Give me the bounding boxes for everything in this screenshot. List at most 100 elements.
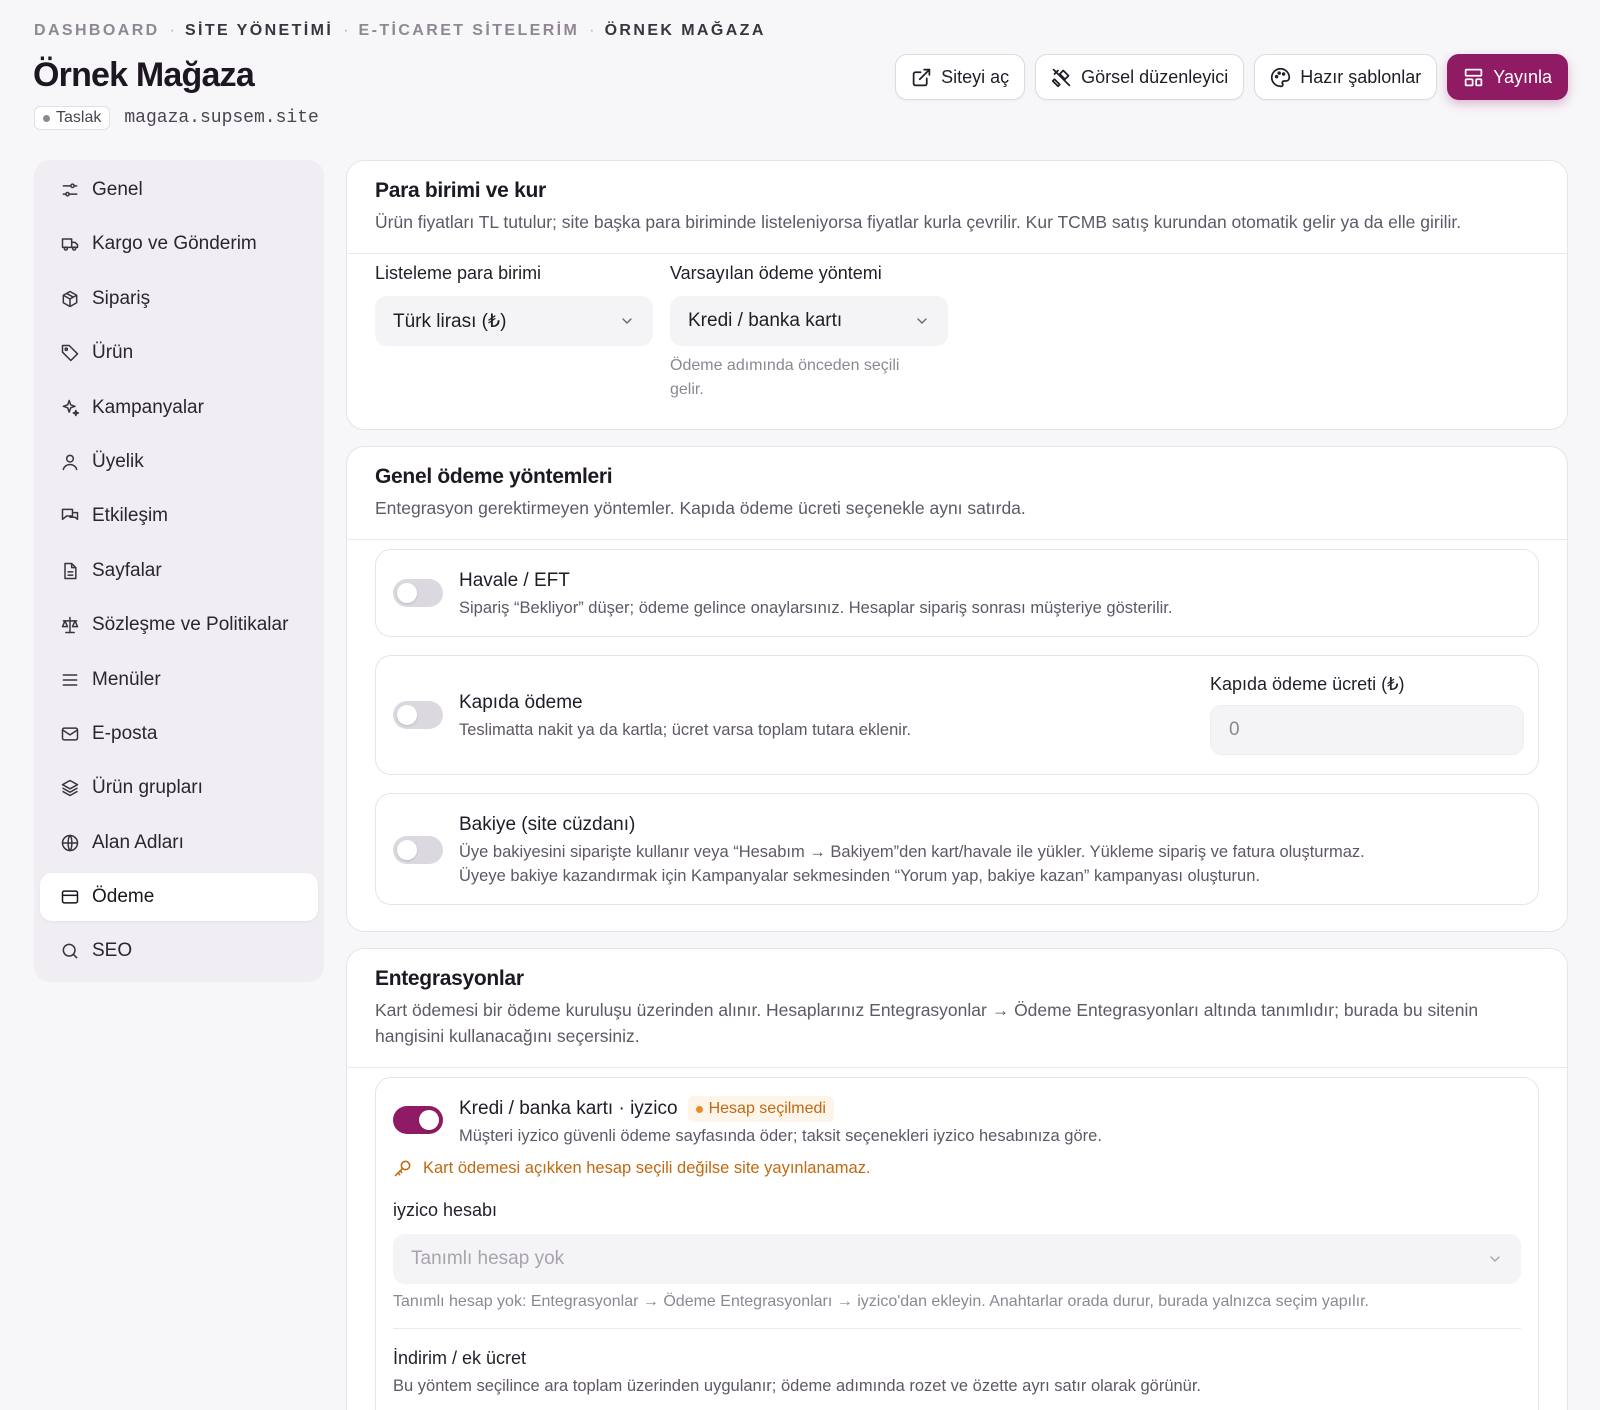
havale-title: Havale / EFT	[459, 570, 570, 591]
status-label: Taslak	[56, 109, 102, 126]
sparkles-icon	[62, 399, 80, 416]
breadcrumb-dashboard[interactable]: DASHBOARD	[34, 22, 160, 40]
iyzico-title-row: Kredi / banka kartı · iyzico Hesap seçil…	[459, 1096, 834, 1122]
scale-icon	[61, 616, 79, 634]
globe-icon	[61, 834, 79, 852]
default-method-select[interactable]: Kredi / banka kartı	[670, 296, 948, 346]
chevron-down-icon	[917, 318, 927, 324]
toggle-knob	[397, 583, 417, 603]
bakiye-desc-2: Üyeye bakiye kazandırmak için Kampanyala…	[459, 867, 1260, 885]
sidebar-item-label: Sayfalar	[92, 559, 162, 581]
sidebar-item-label: E-posta	[92, 722, 158, 744]
sidebar-item-label: Alan Adları	[92, 831, 184, 853]
settings-sidebar: Genel Kargo ve Gönderim Sipariş Ürün Kam…	[34, 160, 324, 982]
sidebar-item-label: Ödeme	[92, 886, 155, 908]
layers-icon	[61, 780, 79, 797]
visual-editor-label: Görsel düzenleyici	[1081, 66, 1229, 87]
sidebar-item-label: Menüler	[92, 668, 161, 690]
sliders-icon	[62, 183, 78, 197]
sidebar-item-etkilesim[interactable]: Etkileşim	[40, 492, 318, 540]
key-icon	[394, 1160, 411, 1177]
chevron-down-icon	[622, 318, 632, 324]
search-icon	[62, 944, 78, 959]
iyzico-desc: Müşteri iyzico güvenli ödeme sayfasında …	[459, 1127, 1102, 1145]
open-site-button[interactable]: Siteyi aç	[895, 54, 1026, 100]
warning-dot	[695, 1105, 703, 1113]
iyzico-toggle[interactable]	[393, 1106, 443, 1134]
sidebar-item-kargo[interactable]: Kargo ve Gönderim	[40, 220, 318, 268]
method-havale: Havale / EFT Sipariş “Bekliyor” düşer; ö…	[375, 549, 1539, 637]
templates-button[interactable]: Hazır şablonlar	[1254, 54, 1438, 100]
tools-icon	[1052, 68, 1071, 87]
discount-label: İndirim / ek ücret	[393, 1348, 527, 1368]
sidebar-item-label: Ürün grupları	[92, 777, 203, 799]
mail-icon	[61, 727, 79, 741]
sidebar-item-urun[interactable]: Ürün	[40, 329, 318, 377]
sidebar-item-sozlesme[interactable]: Sözleşme ve Politikalar	[40, 601, 318, 649]
sidebar-item-eposta[interactable]: E-posta	[40, 710, 318, 758]
iyzico-title: Kredi / banka kartı · iyzico	[459, 1098, 678, 1119]
integrations-desc-2: hangisini kullanacağını seçersiniz.	[375, 1026, 640, 1046]
credit-card-icon	[61, 890, 79, 904]
sidebar-item-sayfalar[interactable]: Sayfalar	[40, 547, 318, 595]
sidebar-item-odeme[interactable]: Ödeme	[40, 873, 318, 922]
kapida-fee-input[interactable]: 0	[1210, 705, 1524, 755]
breadcrumb-separator: ·	[169, 22, 175, 39]
open-site-label: Siteyi aç	[941, 66, 1010, 87]
iyzico-account-hint: Tanımlı hesap yok: Entegrasyonlar → Ödem…	[393, 1293, 1369, 1310]
havale-toggle[interactable]	[393, 579, 443, 607]
breadcrumb: DASHBOARD · SİTE YÖNETİMİ · E-TİCARET Sİ…	[34, 22, 766, 40]
sidebar-item-label: Ürün	[92, 342, 134, 364]
kapida-title: Kapıda ödeme	[459, 692, 583, 713]
integrations-header: Entegrasyonlar Kart ödemesi bir ödeme ku…	[347, 949, 1567, 1068]
site-meta: Taslak magaza.supsem.site	[34, 106, 319, 130]
bakiye-toggle[interactable]	[393, 836, 443, 864]
messages-icon	[61, 508, 79, 521]
kapida-fee-label: Kapıda ödeme ücreti (₺)	[1210, 674, 1405, 694]
tag-icon	[61, 344, 79, 362]
package-icon	[62, 290, 78, 308]
visual-editor-button[interactable]: Görsel düzenleyici	[1035, 54, 1245, 100]
kapida-toggle[interactable]	[393, 701, 443, 729]
sidebar-item-urun-gruplari[interactable]: Ürün grupları	[40, 764, 318, 812]
publish-button[interactable]: Yayınla	[1447, 54, 1568, 100]
iyzico-account-placeholder: Tanımlı hesap yok	[411, 1248, 565, 1269]
listing-currency-label: Listeleme para birimi	[375, 263, 542, 283]
currency-card-header: Para birimi ve kur Ürün fiyatları TL tut…	[347, 161, 1567, 254]
general-methods-card: Genel ödeme yöntemleri Entegrasyon gerek…	[346, 446, 1568, 932]
sidebar-item-kampanyalar[interactable]: Kampanyalar	[40, 384, 318, 432]
sidebar-item-seo[interactable]: SEO	[40, 927, 318, 975]
publish-warning-text: Kart ödemesi açıkken hesap seçili değils…	[423, 1158, 871, 1177]
sidebar-item-alan-adlari[interactable]: Alan Adları	[40, 819, 318, 867]
sidebar-item-menuler[interactable]: Menüler	[40, 656, 318, 704]
bakiye-desc-1: Üye bakiyesini siparişte kullanır veya “…	[459, 843, 1365, 861]
breadcrumb-site-management[interactable]: SİTE YÖNETİMİ	[185, 22, 333, 40]
default-method-hint: Ödeme adımında önceden seçili gelir.	[670, 357, 900, 398]
currency-desc: Ürün fiyatları TL tutulur; site başka pa…	[375, 212, 1462, 232]
sidebar-item-label: Sipariş	[92, 287, 151, 309]
sidebar-item-siparis[interactable]: Sipariş	[40, 275, 318, 323]
file-icon	[64, 562, 77, 579]
kapida-desc: Teslimatta nakit ya da kartla; ücret var…	[459, 721, 912, 739]
sidebar-item-genel[interactable]: Genel	[40, 166, 318, 214]
general-methods-header: Genel ödeme yöntemleri Entegrasyon gerek…	[347, 447, 1567, 540]
currency-title: Para birimi ve kur	[375, 179, 546, 202]
menu-icon	[62, 673, 78, 686]
palette-icon	[1271, 67, 1291, 87]
sidebar-item-uyelik[interactable]: Üyelik	[40, 438, 318, 486]
sidebar-item-label: Kampanyalar	[92, 396, 204, 418]
breadcrumb-separator: ·	[589, 22, 595, 39]
iyzico-account-select[interactable]: Tanımlı hesap yok	[393, 1234, 1521, 1284]
listing-currency-value: Türk lirası (₺)	[393, 310, 507, 332]
layout-icon	[1465, 68, 1483, 86]
status-dot	[43, 114, 50, 122]
default-method-field: Varsayılan ödeme yöntemi Kredi / banka k…	[670, 263, 948, 402]
currency-card: Para birimi ve kur Ürün fiyatları TL tut…	[346, 160, 1568, 430]
sidebar-item-label: Etkileşim	[92, 505, 169, 527]
sidebar-item-label: Üyelik	[92, 450, 144, 472]
method-bakiye: Bakiye (site cüzdanı) Üye bakiyesini sip…	[375, 793, 1539, 905]
listing-currency-select[interactable]: Türk lirası (₺)	[375, 296, 653, 346]
sidebar-item-label: Genel	[92, 179, 143, 200]
discount-desc: Bu yöntem seçilince ara toplam üzerinden…	[393, 1377, 1202, 1395]
breadcrumb-ecommerce-sites[interactable]: E-TİCARET SİTELERİM	[359, 22, 580, 40]
